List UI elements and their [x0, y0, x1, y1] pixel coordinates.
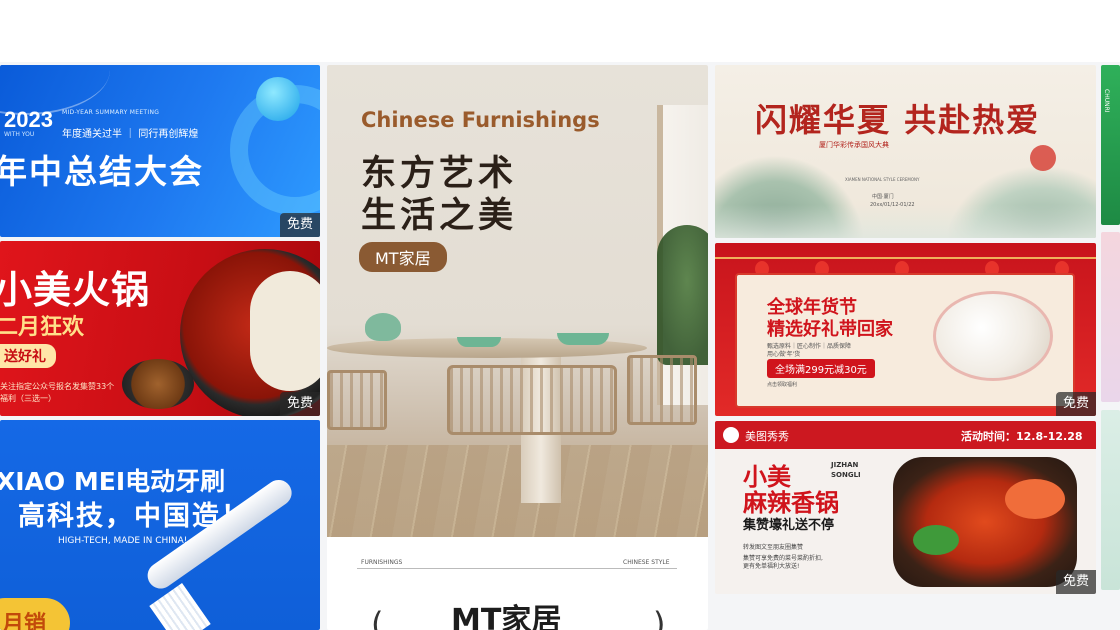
brand-name: MT家居 — [451, 603, 562, 630]
hotpot-broth-image — [250, 271, 320, 391]
meitu-logo-icon — [723, 427, 739, 443]
free-badge: 免费 — [1055, 570, 1096, 594]
mist-image — [715, 205, 1096, 238]
top-bar — [0, 0, 1120, 62]
toothbrush-head-image — [149, 583, 211, 630]
template-card-partial-green[interactable]: CHUNRI — [1101, 65, 1120, 225]
card-title: 小美火锅 — [0, 268, 151, 312]
card-en-line1: MID-YEAR SUMMARY MEETING — [62, 109, 160, 116]
card-date: 20xx/01/12-01/22 — [870, 202, 915, 208]
spicy-pot-image — [893, 457, 1077, 587]
card-subtitle: 年度通关过半 ｜ 同行再创辉煌 — [62, 129, 199, 140]
card-title: 年中总结大会 — [0, 152, 204, 191]
steamed-bun-image — [933, 291, 1053, 381]
gift-pill: 送好礼 — [0, 344, 56, 368]
decorative-orb — [256, 77, 300, 121]
small-label-left: FURNISHINGS — [361, 559, 403, 566]
card-en-line: XIAMEN NATIONAL STYLE CEREMONY — [845, 177, 920, 182]
floor-image — [327, 445, 708, 537]
template-card-partial-mint[interactable] — [1101, 410, 1120, 590]
plant-image — [657, 225, 708, 365]
card-en-line2: SONGLI — [831, 471, 861, 479]
template-card-new-year-goods[interactable]: 全球年货节 精选好礼带回家 甄选原料｜匠心制作｜品质保障 用心做'年'货 全场满… — [715, 243, 1096, 416]
free-badge: 免费 — [279, 213, 320, 237]
logo-text: 美图秀秀 — [745, 430, 789, 443]
card-title: XIAO MEI电动牙刷 — [0, 467, 226, 496]
teapot-image — [365, 313, 401, 341]
divider — [357, 568, 677, 569]
chair-image — [327, 370, 387, 430]
meat-plate-image — [122, 359, 194, 409]
red-sun-image — [1030, 145, 1056, 171]
template-card-chinese-furnishings[interactable]: Chinese Furnishings 东方艺术 生活之美 MT家居 FURNI… — [327, 65, 708, 630]
bowl-image — [457, 337, 501, 347]
card-subtitle: 厦门华彩传承国风大典 — [819, 141, 889, 149]
card-en-tagline: HIGH-TECH, MADE IN CHINA! — [58, 536, 188, 546]
offer-text: 集赞壕礼送不停 — [743, 518, 835, 533]
lantern-cord — [715, 257, 1096, 259]
card-location: 中国·厦门 — [872, 194, 894, 200]
card-subtitle: 二月狂欢 — [0, 315, 85, 340]
card-note: 转发图文至朋友圈集赞 — [743, 544, 804, 551]
card-note: 用心做'年'货 — [767, 351, 801, 358]
card-subtitle: 麻辣香锅 — [743, 489, 839, 517]
paren-right: ) — [653, 605, 666, 630]
discount-button: 全场满299元减30元 — [767, 359, 875, 378]
template-card-toothbrush[interactable]: XIAO MEI电动牙刷 高科技，中国造！ HIGH-TECH, MADE IN… — [0, 420, 320, 630]
shrimp-image — [1005, 479, 1065, 519]
greens-image — [913, 525, 959, 555]
card-title: 闪耀华夏 共赴热爱 — [755, 101, 1041, 139]
bowl-image — [557, 333, 609, 345]
monthly-sales-tag: 月销 — [0, 598, 70, 630]
chair-image — [627, 355, 697, 425]
template-card-national-style[interactable]: 闪耀华夏 共赴热爱 厦门华彩传承国风大典 XIAMEN NATIONAL STY… — [715, 65, 1096, 238]
paren-left: ( — [371, 605, 384, 630]
card-title-english: Chinese Furnishings — [361, 108, 600, 132]
card-en-line1: JIZHAN — [831, 461, 859, 469]
card-note: 更有免单福利大放送! — [743, 563, 800, 570]
card-note: 福利（三选一） — [0, 394, 56, 403]
free-badge: 免费 — [1055, 392, 1096, 416]
card-title-line2: 生活之美 — [361, 196, 518, 236]
card-year: 2023 — [4, 107, 53, 132]
small-label-right: CHINESE STYLE — [623, 559, 670, 566]
event-time: 活动时间：12.8-12.28 — [961, 430, 1083, 443]
template-card-spicy-pot[interactable]: 美图秀秀 活动时间：12.8-12.28 小美 麻辣香锅 JIZHAN SONG… — [715, 421, 1096, 594]
card-note: 点击领取福利 — [767, 382, 798, 388]
card-note: 关注指定公众号报名发集赞33个 — [0, 382, 115, 391]
template-card-midyear-meeting[interactable]: 2023 MID-YEAR SUMMARY MEETING WITH YOU 年… — [0, 65, 320, 237]
template-card-partial-pink[interactable] — [1101, 232, 1120, 402]
free-badge: 免费 — [279, 392, 320, 416]
brand-tag: MT家居 — [359, 242, 447, 272]
chair-image — [447, 365, 617, 435]
template-card-hotpot[interactable]: 小美火锅 二月狂欢 送好礼 关注指定公众号报名发集赞33个 福利（三选一） 免费 — [0, 241, 320, 416]
card-vertical-text: CHUNRI — [1103, 89, 1110, 113]
card-en-line2: WITH YOU — [4, 131, 35, 138]
card-subtitle: 精选好礼带回家 — [767, 319, 893, 340]
